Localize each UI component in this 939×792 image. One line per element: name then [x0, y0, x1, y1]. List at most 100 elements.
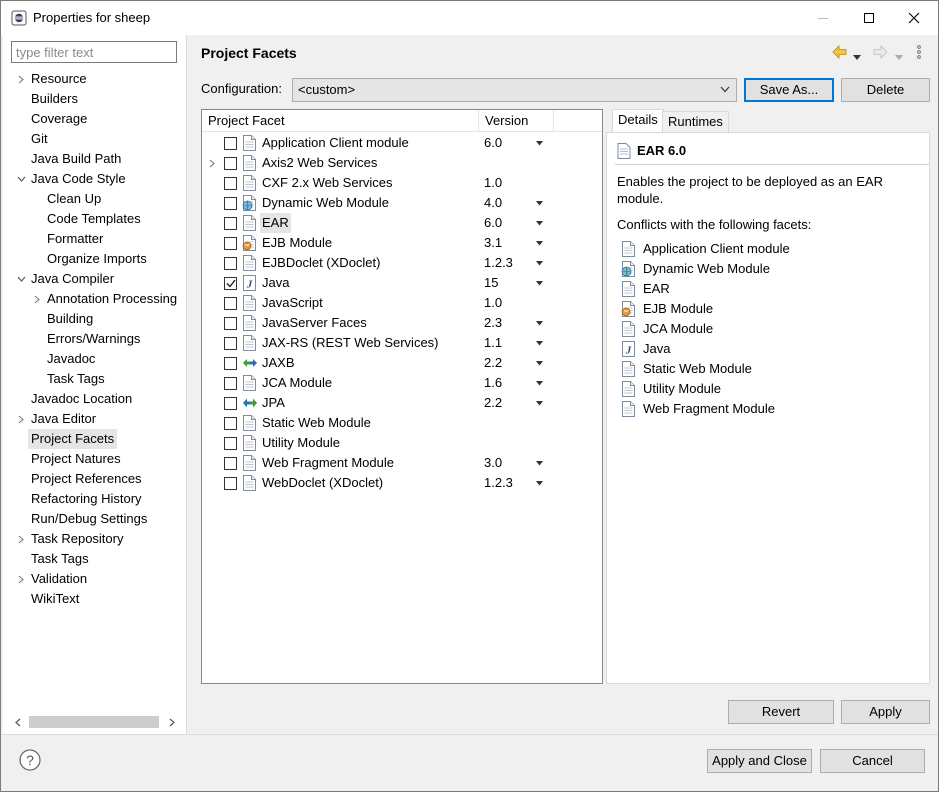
facet-checkbox[interactable]	[224, 397, 237, 410]
facet-checkbox[interactable]	[224, 277, 237, 290]
facet-version[interactable]: 3.1	[484, 233, 502, 253]
tree-item-builders[interactable]: Builders	[3, 89, 187, 109]
chevron-right-icon[interactable]	[209, 153, 219, 173]
facet-checkbox[interactable]	[224, 337, 237, 350]
chevron-right-icon[interactable]	[15, 69, 27, 89]
facet-version[interactable]: 2.2	[484, 393, 502, 413]
tree-item-wikitext[interactable]: WikiText	[3, 589, 187, 609]
version-dropdown-icon[interactable]	[536, 381, 543, 386]
version-dropdown-icon[interactable]	[536, 461, 543, 466]
facet-checkbox[interactable]	[224, 317, 237, 330]
maximize-button[interactable]	[846, 1, 892, 35]
version-dropdown-icon[interactable]	[536, 401, 543, 406]
facet-row[interactable]: JPA 2.2	[202, 393, 602, 413]
tree-item-validation[interactable]: Validation	[3, 569, 187, 589]
facet-checkbox[interactable]	[224, 437, 237, 450]
facet-row[interactable]: EJBDoclet (XDoclet) 1.2.3	[202, 253, 602, 273]
forward-menu-chevron-icon[interactable]	[895, 49, 903, 67]
facet-row[interactable]: Utility Module	[202, 433, 602, 453]
facet-row[interactable]: Application Client module 6.0	[202, 133, 602, 153]
version-dropdown-icon[interactable]	[536, 201, 543, 206]
chevron-down-icon[interactable]	[15, 169, 27, 189]
tree-item-refactoring-history[interactable]: Refactoring History	[3, 489, 187, 509]
minimize-button[interactable]	[800, 1, 846, 35]
tab-details[interactable]: Details	[612, 109, 664, 133]
facet-row[interactable]: EJB Module 3.1	[202, 233, 602, 253]
facet-row[interactable]: CXF 2.x Web Services 1.0	[202, 173, 602, 193]
tree-item-java-editor[interactable]: Java Editor	[3, 409, 187, 429]
facet-checkbox[interactable]	[224, 257, 237, 270]
tree-item-clean-up[interactable]: Clean Up	[3, 189, 187, 209]
version-dropdown-icon[interactable]	[536, 141, 543, 146]
version-dropdown-icon[interactable]	[536, 321, 543, 326]
version-dropdown-icon[interactable]	[536, 361, 543, 366]
tree-item-organize-imports[interactable]: Organize Imports	[3, 249, 187, 269]
facet-version[interactable]: 6.0	[484, 213, 502, 233]
back-menu-chevron-icon[interactable]	[853, 49, 861, 67]
tree-item-code-templates[interactable]: Code Templates	[3, 209, 187, 229]
facet-version[interactable]: 1.0	[484, 173, 502, 193]
close-button[interactable]	[891, 1, 937, 35]
horizontal-scrollbar[interactable]	[11, 713, 179, 731]
scroll-right-icon[interactable]	[165, 713, 179, 731]
tree-item-building[interactable]: Building	[3, 309, 187, 329]
facet-checkbox[interactable]	[224, 157, 237, 170]
chevron-right-icon[interactable]	[31, 289, 43, 309]
version-dropdown-icon[interactable]	[536, 241, 543, 246]
version-dropdown-icon[interactable]	[536, 281, 543, 286]
facet-version[interactable]: 6.0	[484, 133, 502, 153]
tree-item-run-debug-settings[interactable]: Run/Debug Settings	[3, 509, 187, 529]
tree-item-git[interactable]: Git	[3, 129, 187, 149]
tree-item-project-references[interactable]: Project References	[3, 469, 187, 489]
tree-item-task-tags[interactable]: Task Tags	[3, 369, 187, 389]
tree-item-resource[interactable]: Resource	[3, 69, 187, 89]
back-arrow-icon[interactable]	[831, 43, 849, 61]
facet-checkbox[interactable]	[224, 137, 237, 150]
facet-version[interactable]: 2.2	[484, 353, 502, 373]
facet-row[interactable]: WebDoclet (XDoclet) 1.2.3	[202, 473, 602, 493]
facet-checkbox[interactable]	[224, 357, 237, 370]
tree-item-java-compiler[interactable]: Java Compiler	[3, 269, 187, 289]
facet-row[interactable]: EAR 6.0	[202, 213, 602, 233]
tree-item-coverage[interactable]: Coverage	[3, 109, 187, 129]
facet-checkbox[interactable]	[224, 297, 237, 310]
tab-runtimes[interactable]: Runtimes	[662, 111, 729, 133]
tree-item-javadoc-location[interactable]: Javadoc Location	[3, 389, 187, 409]
facet-checkbox[interactable]	[224, 177, 237, 190]
version-dropdown-icon[interactable]	[536, 341, 543, 346]
tree-item-annotation-processing[interactable]: Annotation Processing	[3, 289, 187, 309]
facet-version[interactable]: 4.0	[484, 193, 502, 213]
scroll-thumb[interactable]	[29, 716, 159, 728]
facet-version[interactable]: 1.2.3	[484, 253, 513, 273]
tree-item-task-repository[interactable]: Task Repository	[3, 529, 187, 549]
scroll-left-icon[interactable]	[11, 713, 25, 731]
facet-row[interactable]: JavaServer Faces 2.3	[202, 313, 602, 333]
chevron-right-icon[interactable]	[15, 529, 27, 549]
facet-version[interactable]: 2.3	[484, 313, 502, 333]
chevron-right-icon[interactable]	[15, 409, 27, 429]
tree-item-javadoc[interactable]: Javadoc	[3, 349, 187, 369]
forward-arrow-icon[interactable]	[871, 43, 889, 61]
chevron-right-icon[interactable]	[15, 569, 27, 589]
tree-item-project-natures[interactable]: Project Natures	[3, 449, 187, 469]
view-menu-icon[interactable]	[916, 43, 922, 61]
facet-checkbox[interactable]	[224, 237, 237, 250]
help-icon[interactable]: ?	[19, 749, 41, 771]
facet-checkbox[interactable]	[224, 197, 237, 210]
column-project-facet[interactable]: Project Facet	[208, 113, 285, 128]
filter-input[interactable]	[11, 41, 177, 63]
facet-version[interactable]: 1.1	[484, 333, 502, 353]
facet-version[interactable]: 15	[484, 273, 498, 293]
facet-row[interactable]: Axis2 Web Services	[202, 153, 602, 173]
facet-version[interactable]: 1.0	[484, 293, 502, 313]
facet-row[interactable]: JAXB 2.2	[202, 353, 602, 373]
facet-row[interactable]: JAX-RS (REST Web Services) 1.1	[202, 333, 602, 353]
facet-row[interactable]: Static Web Module	[202, 413, 602, 433]
column-version[interactable]: Version	[485, 113, 528, 128]
apply-button[interactable]: Apply	[841, 700, 930, 724]
tree-item-formatter[interactable]: Formatter	[3, 229, 187, 249]
facet-version[interactable]: 1.2.3	[484, 473, 513, 493]
facet-version[interactable]: 1.6	[484, 373, 502, 393]
facet-version[interactable]: 3.0	[484, 453, 502, 473]
cancel-button[interactable]: Cancel	[820, 749, 925, 773]
